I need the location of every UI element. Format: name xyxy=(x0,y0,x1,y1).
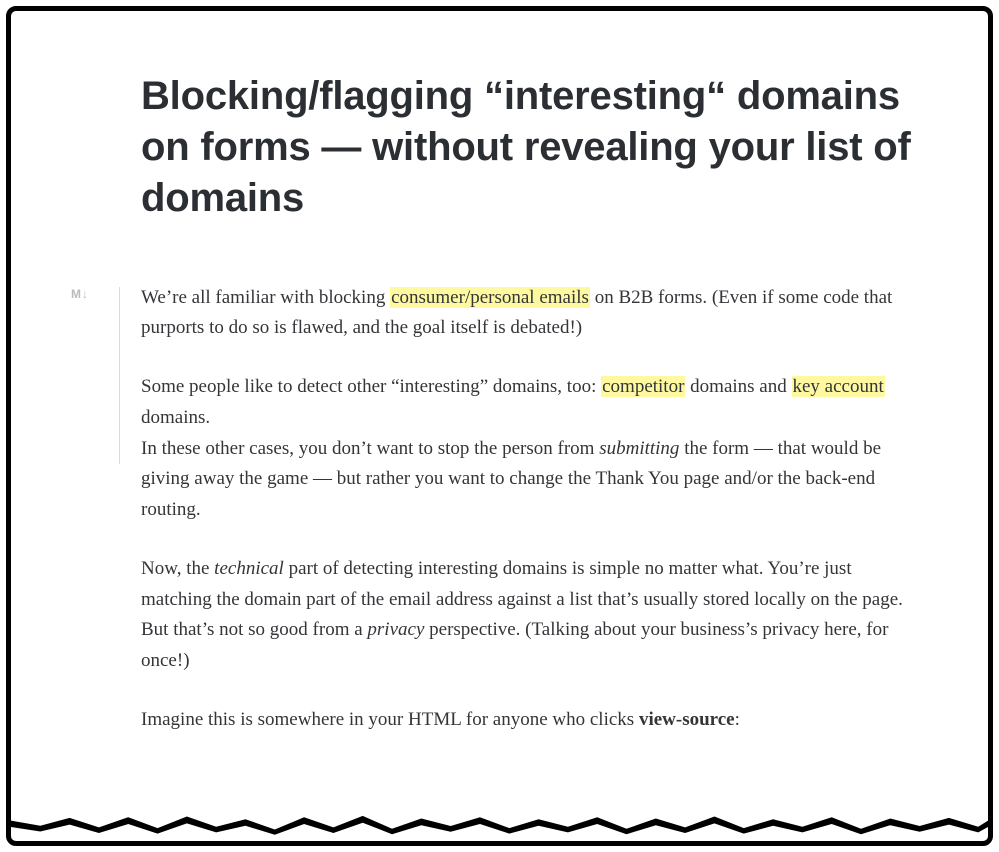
paragraph: Imagine this is somewhere in your HTML f… xyxy=(141,705,924,736)
document-frame: Blocking/flagging “interesting“ domains … xyxy=(6,6,993,846)
markdown-badge-icon: M↓ xyxy=(71,287,89,301)
highlight: consumer/personal emails xyxy=(390,287,590,308)
paragraph: Some people like to detect other “intere… xyxy=(141,372,924,434)
paragraph: Now, the technical part of detecting int… xyxy=(141,554,924,677)
page-content: Blocking/flagging “interesting“ domains … xyxy=(11,11,988,841)
italic: submitting xyxy=(599,438,679,459)
prose: We’re all familiar with blocking consume… xyxy=(141,283,928,736)
text: Imagine this is somewhere in your HTML f… xyxy=(141,709,639,730)
paragraph: In these other cases, you don’t want to … xyxy=(141,434,924,526)
gutter: M↓ xyxy=(71,283,141,301)
text: We’re all familiar with blocking xyxy=(141,287,390,308)
text: domains. xyxy=(141,407,210,428)
highlight: key account xyxy=(792,376,885,397)
bold: view-source xyxy=(639,709,735,730)
paragraph: We’re all familiar with blocking consume… xyxy=(141,283,924,345)
italic: privacy xyxy=(367,619,424,640)
article-title: Blocking/flagging “interesting“ domains … xyxy=(141,71,918,225)
text: Now, the xyxy=(141,558,214,579)
quoted-intro: We’re all familiar with blocking consume… xyxy=(141,283,924,434)
text: In these other cases, you don’t want to … xyxy=(141,438,599,459)
highlight: competitor xyxy=(601,376,685,397)
text: : xyxy=(735,709,740,730)
text: Some people like to detect other “intere… xyxy=(141,376,601,397)
vertical-rule xyxy=(119,287,120,464)
text: domains and xyxy=(685,376,791,397)
italic: technical xyxy=(214,558,284,579)
article-body: M↓ We’re all familiar with blocking cons… xyxy=(71,283,928,736)
